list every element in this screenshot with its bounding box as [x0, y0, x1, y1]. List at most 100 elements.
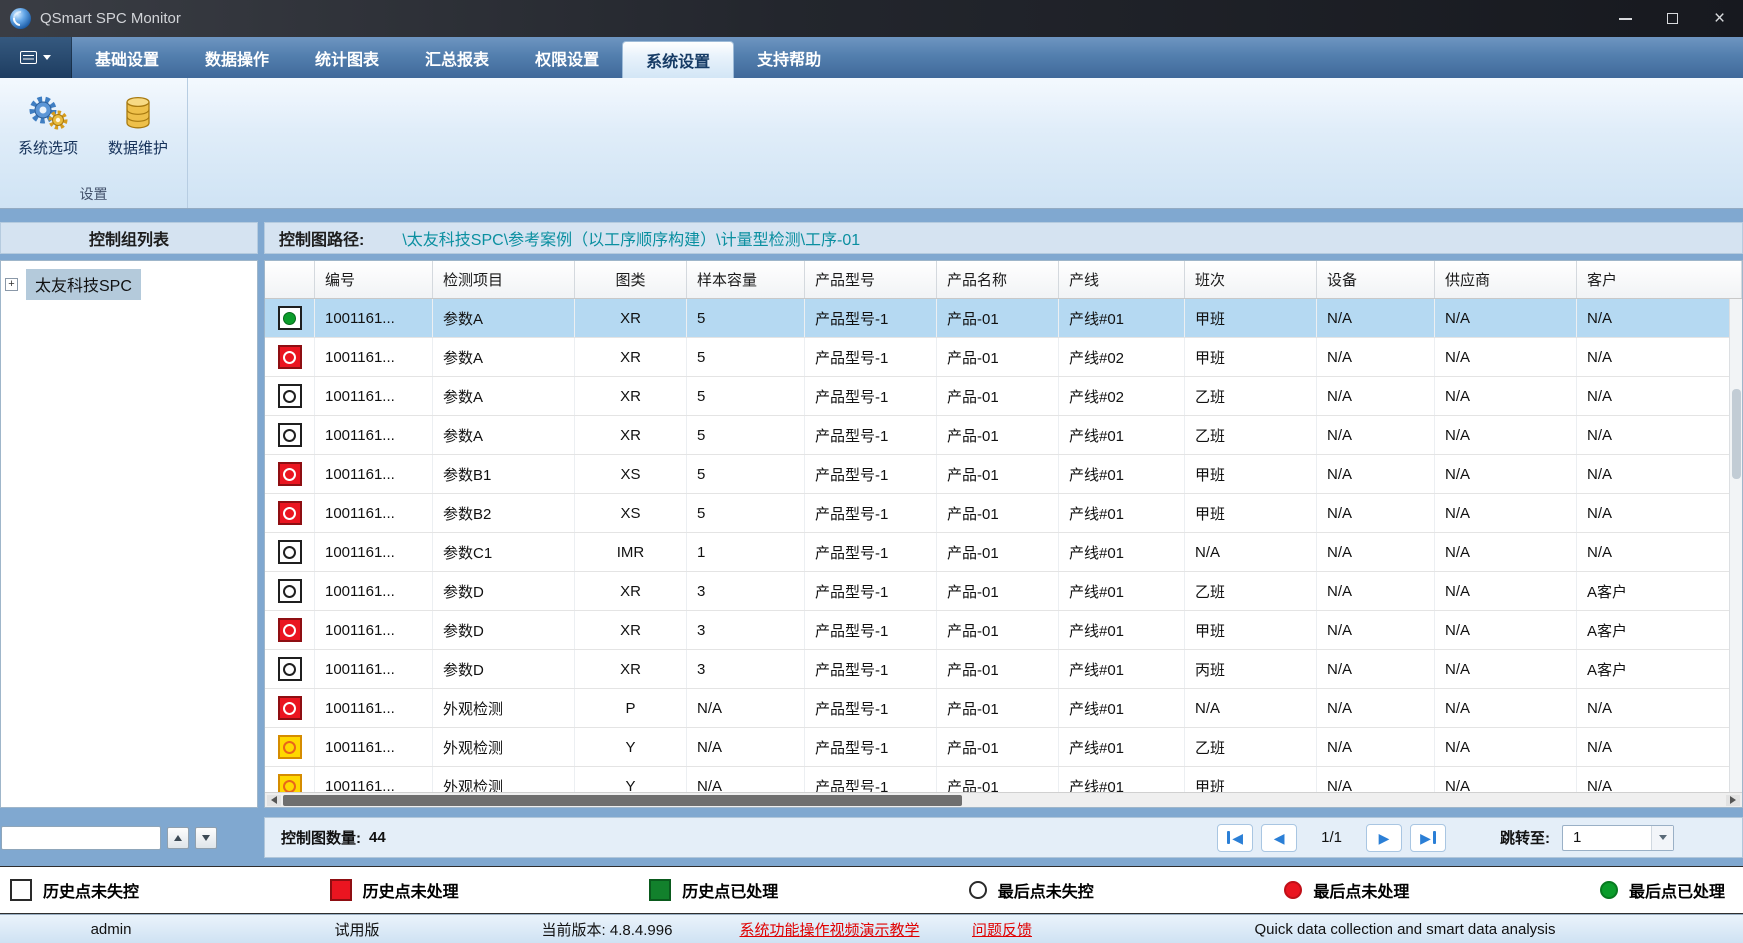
table-cell: N/A — [1577, 494, 1742, 532]
table-cell: 甲班 — [1185, 455, 1317, 493]
table-cell: P — [575, 689, 687, 727]
table-cell: 外观检测 — [433, 728, 575, 766]
feedback-link[interactable]: 问题反馈 — [937, 919, 1067, 940]
status-dot — [283, 390, 296, 403]
table-cell: 产品型号-1 — [805, 650, 937, 688]
table-cell: 1001161... — [315, 572, 433, 610]
column-header[interactable]: 产线 — [1059, 261, 1185, 298]
data-maintenance-button[interactable]: 数据维护 — [96, 86, 180, 164]
column-header[interactable]: 客户 — [1577, 261, 1742, 298]
column-header[interactable]: 检测项目 — [433, 261, 575, 298]
column-header[interactable]: 班次 — [1185, 261, 1317, 298]
first-page-button[interactable]: ◀ — [1217, 824, 1253, 852]
close-icon: × — [1714, 8, 1725, 30]
tab-statistics-charts[interactable]: 统计图表 — [292, 37, 402, 78]
table-cell: 产线#01 — [1059, 533, 1185, 571]
table-cell: 3 — [687, 572, 805, 610]
column-header[interactable] — [265, 261, 315, 298]
table-row[interactable]: 1001161...参数DXR3产品型号-1产品-01产线#01丙班N/AN/A… — [265, 650, 1742, 689]
table-cell: A客户 — [1577, 650, 1742, 688]
status-dot — [283, 585, 296, 598]
app-menu-button[interactable] — [0, 37, 72, 78]
column-header[interactable]: 产品名称 — [937, 261, 1059, 298]
table-cell: 5 — [687, 299, 805, 337]
tab-permission-settings[interactable]: 权限设置 — [512, 37, 622, 78]
column-header[interactable]: 样本容量 — [687, 261, 805, 298]
table-cell: 1001161... — [315, 416, 433, 454]
main-area: 控制组列表 控制图路径: \太友科技SPC\参考案例（以工序顺序构建）\计量型检… — [0, 209, 1743, 866]
tab-support-help[interactable]: 支持帮助 — [734, 37, 844, 78]
table-cell: N/A — [1577, 728, 1742, 766]
table-row[interactable]: 1001161...参数AXR5产品型号-1产品-01产线#02乙班N/AN/A… — [265, 377, 1742, 416]
table-row[interactable]: 1001161...参数DXR3产品型号-1产品-01产线#01甲班N/AN/A… — [265, 611, 1742, 650]
table-cell: 乙班 — [1185, 728, 1317, 766]
column-header[interactable]: 供应商 — [1435, 261, 1577, 298]
minimize-button[interactable] — [1602, 0, 1649, 37]
table-row[interactable]: 1001161...参数C1IMR1产品型号-1产品-01产线#01N/AN/A… — [265, 533, 1742, 572]
table-cell: 产品-01 — [937, 728, 1059, 766]
close-button[interactable]: × — [1696, 0, 1743, 37]
table-row[interactable]: 1001161...参数B2XS5产品型号-1产品-01产线#01甲班N/AN/… — [265, 494, 1742, 533]
scroll-left-button[interactable] — [267, 795, 281, 806]
status-icon-white-box-black-ring-dot — [278, 540, 302, 564]
column-header[interactable]: 编号 — [315, 261, 433, 298]
tree-search-input[interactable] — [1, 826, 161, 850]
legend-label: 最后点未失控 — [998, 878, 1094, 902]
maximize-button[interactable] — [1649, 0, 1696, 37]
vertical-scroll-thumb[interactable] — [1732, 389, 1741, 479]
tab-system-settings[interactable]: 系统设置 — [622, 41, 734, 78]
table-row[interactable]: 1001161...参数AXR5产品型号-1产品-01产线#01乙班N/AN/A… — [265, 416, 1742, 455]
table-row[interactable]: 1001161...外观检测YN/A产品型号-1产品-01产线#01甲班N/AN… — [265, 767, 1742, 792]
column-header[interactable]: 图类 — [575, 261, 687, 298]
table-cell: 3 — [687, 611, 805, 649]
table-cell: 甲班 — [1185, 611, 1317, 649]
table-cell: 丙班 — [1185, 650, 1317, 688]
table-cell: N/A — [1435, 455, 1577, 493]
table-cell: 1001161... — [315, 533, 433, 571]
search-up-button[interactable] — [167, 827, 189, 849]
table-cell: N/A — [1317, 533, 1435, 571]
table-row[interactable]: 1001161...参数AXR5产品型号-1产品-01产线#01甲班N/AN/A… — [265, 299, 1742, 338]
table-cell: N/A — [1435, 377, 1577, 415]
horizontal-scroll-thumb[interactable] — [283, 795, 962, 806]
table-cell: 甲班 — [1185, 767, 1317, 792]
tab-data-operations[interactable]: 数据操作 — [182, 37, 292, 78]
table-cell: 5 — [687, 377, 805, 415]
tab-summary-reports[interactable]: 汇总报表 — [402, 37, 512, 78]
tree-item-root[interactable]: + 太友科技SPC — [1, 261, 257, 300]
tab-basic-settings[interactable]: 基础设置 — [72, 37, 182, 78]
arrow-down-icon — [202, 835, 210, 841]
scroll-right-button[interactable] — [1726, 795, 1740, 806]
table-row[interactable]: 1001161...外观检测YN/A产品型号-1产品-01产线#01乙班N/AN… — [265, 728, 1742, 767]
chevron-down-icon[interactable] — [1651, 826, 1673, 850]
table-cell: N/A — [1317, 650, 1435, 688]
table-cell: N/A — [1185, 533, 1317, 571]
last-page-button[interactable]: ▶ — [1410, 824, 1446, 852]
system-options-button[interactable]: 系统选项 — [6, 86, 90, 164]
vertical-scrollbar[interactable] — [1729, 299, 1742, 792]
column-header[interactable]: 设备 — [1317, 261, 1435, 298]
table-row[interactable]: 1001161...参数DXR3产品型号-1产品-01产线#01乙班N/AN/A… — [265, 572, 1742, 611]
status-cell — [265, 377, 315, 415]
ribbon: 系统选项数据维护 设置 — [0, 78, 1743, 209]
ribbon-button-label: 数据维护 — [108, 137, 168, 158]
table-cell: N/A — [1577, 689, 1742, 727]
horizontal-scrollbar[interactable] — [265, 792, 1742, 807]
table-row[interactable]: 1001161...参数B1XS5产品型号-1产品-01产线#01甲班N/AN/… — [265, 455, 1742, 494]
status-dot — [283, 663, 296, 676]
table-cell: N/A — [1435, 416, 1577, 454]
next-page-button[interactable]: ▶ — [1366, 824, 1402, 852]
tree-item-label[interactable]: 太友科技SPC — [26, 269, 141, 300]
table-row[interactable]: 1001161...外观检测PN/A产品型号-1产品-01产线#01N/AN/A… — [265, 689, 1742, 728]
legend-item: 历史点未失控 — [10, 878, 139, 902]
table-cell: 产品型号-1 — [805, 533, 937, 571]
table-row[interactable]: 1001161...参数AXR5产品型号-1产品-01产线#02甲班N/AN/A… — [265, 338, 1742, 377]
status-cell — [265, 650, 315, 688]
previous-page-button[interactable]: ◀ — [1261, 824, 1297, 852]
video-tutorial-link[interactable]: 系统功能操作视频演示教学 — [722, 919, 937, 940]
tree-expander-icon[interactable]: + — [5, 278, 18, 291]
column-header[interactable]: 产品型号 — [805, 261, 937, 298]
jump-to-select[interactable]: 1 — [1562, 825, 1674, 851]
search-down-button[interactable] — [195, 827, 217, 849]
table-cell: 产线#01 — [1059, 611, 1185, 649]
